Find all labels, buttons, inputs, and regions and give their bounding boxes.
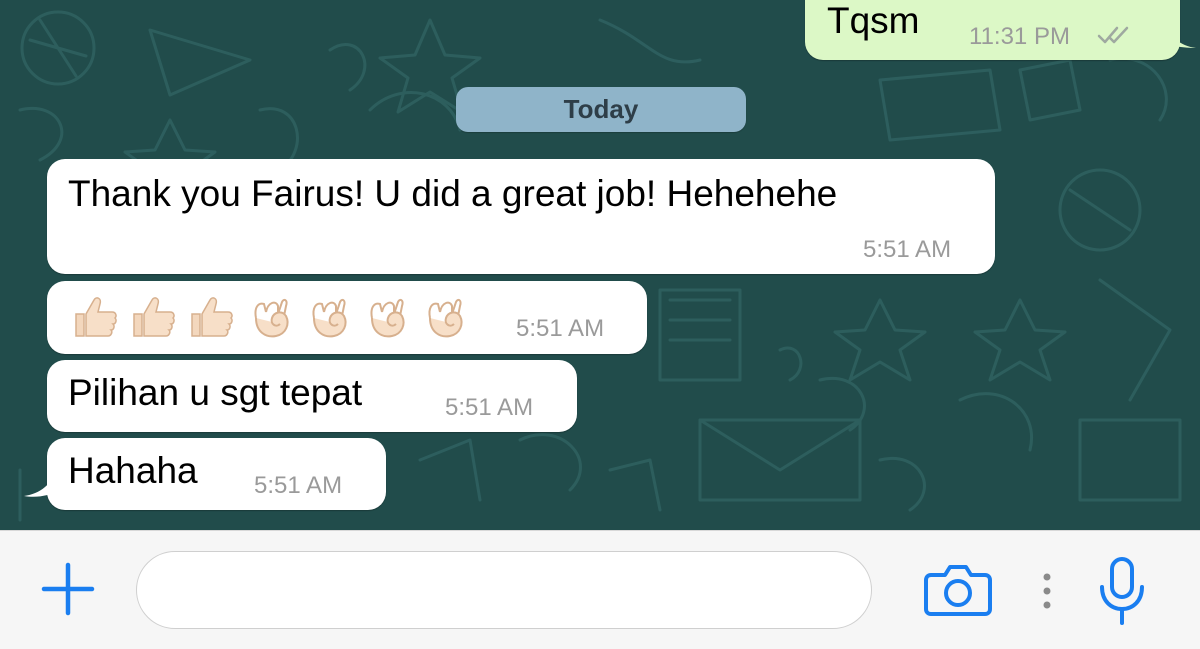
ok-hand-icon — [254, 298, 289, 338]
date-separator: Today — [456, 87, 746, 132]
ok-hand-icon — [370, 298, 405, 338]
camera-icon[interactable] — [923, 561, 993, 617]
message-text: Pilihan u sgt tepat — [68, 372, 363, 413]
microphone-icon[interactable] — [1096, 555, 1148, 627]
thumbs-up-icon — [191, 297, 233, 337]
message-time: 5:51 AM — [254, 472, 343, 499]
more-dots-icon[interactable] — [1041, 571, 1053, 611]
incoming-message-bubble[interactable]: Pilihan u sgt tepat 5:51 AM — [47, 360, 577, 432]
message-time: 5:51 AM — [863, 236, 952, 263]
chat-wallpaper: Tqsm 11:31 PM Today Thank you Fairus! U … — [0, 0, 1200, 530]
message-text-input[interactable] — [136, 551, 872, 629]
incoming-bubble-tail — [24, 468, 58, 497]
message-time: 5:51 AM — [516, 315, 605, 342]
message-text: Hahaha — [68, 450, 198, 491]
ok-hand-icon — [428, 298, 463, 338]
double-check-icon — [1097, 26, 1129, 44]
outgoing-bubble-tail — [1162, 18, 1196, 48]
ok-hand-icon — [312, 298, 347, 338]
message-input-bar — [0, 530, 1200, 649]
incoming-message-bubble[interactable]: Hahaha 5:51 AM — [47, 438, 386, 510]
message-text: Thank you Fairus! U did a great job! Heh… — [68, 173, 838, 214]
outgoing-message-text: Tqsm — [827, 0, 920, 41]
message-time: 5:51 AM — [445, 394, 534, 421]
plus-icon[interactable] — [40, 561, 96, 617]
incoming-message-bubble[interactable]: Thank you Fairus! U did a great job! Heh… — [47, 159, 995, 274]
thumbs-up-icon — [133, 297, 175, 337]
outgoing-message-time: 11:31 PM — [969, 23, 1070, 50]
outgoing-message-bubble[interactable]: Tqsm 11:31 PM — [805, 0, 1180, 60]
thumbs-up-icon — [75, 297, 117, 337]
